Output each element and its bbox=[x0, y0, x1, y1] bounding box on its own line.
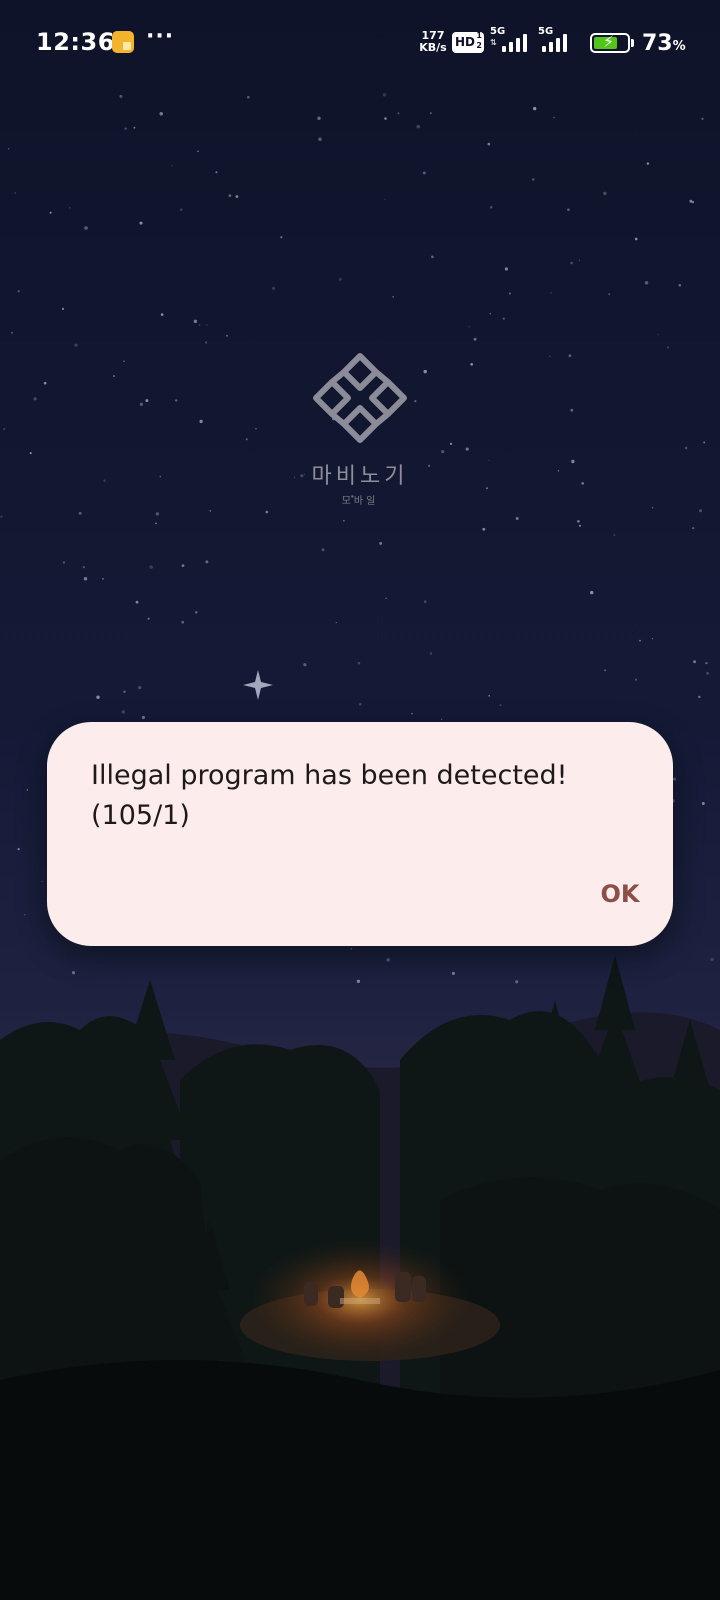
hd-sub: 2 bbox=[476, 41, 482, 50]
alert-dialog: Illegal program has been detected! (105/… bbox=[47, 722, 673, 946]
knot-emblem-icon bbox=[313, 353, 407, 443]
notes-app-notification-icon bbox=[112, 31, 134, 53]
status-time: 12:36 bbox=[36, 28, 115, 56]
data-activity-icon: ⇅ bbox=[490, 38, 497, 47]
more-notifications-icon: ··· bbox=[146, 24, 175, 49]
network-speed: 177 KB/s bbox=[418, 30, 448, 54]
status-bar: 12:36 ··· 177 KB/s HD 1 2 5G ⇅ 5G ⚡ 73% bbox=[0, 0, 720, 88]
battery-percentage: 73% bbox=[642, 31, 686, 56]
ok-button[interactable]: OK bbox=[585, 872, 655, 916]
battery-unit: % bbox=[672, 39, 686, 54]
logo-subtitle: 모바일 bbox=[341, 496, 379, 507]
sim2-signal-icon: 5G bbox=[538, 26, 586, 54]
sim1-signal-icon: 5G ⇅ bbox=[490, 26, 538, 54]
dialog-message-line2: (105/1) bbox=[91, 800, 190, 831]
battery-charging-icon: ⚡ bbox=[590, 32, 634, 53]
charging-bolt-icon: ⚡ bbox=[603, 32, 615, 51]
mabinogi-mobile-logo: 마비노기 모바일 bbox=[292, 350, 428, 507]
logo-title: 마비노기 bbox=[311, 464, 409, 489]
hd-voice-icon: HD 1 2 bbox=[452, 31, 484, 53]
dialog-message-line1: Illegal program has been detected! bbox=[91, 760, 568, 791]
hd-label: HD bbox=[455, 35, 476, 49]
hd-sup: 1 bbox=[476, 31, 482, 40]
dialog-message: Illegal program has been detected! (105/… bbox=[91, 756, 631, 836]
battery-value: 73 bbox=[642, 31, 673, 56]
network-speed-unit: KB/s bbox=[419, 41, 447, 54]
